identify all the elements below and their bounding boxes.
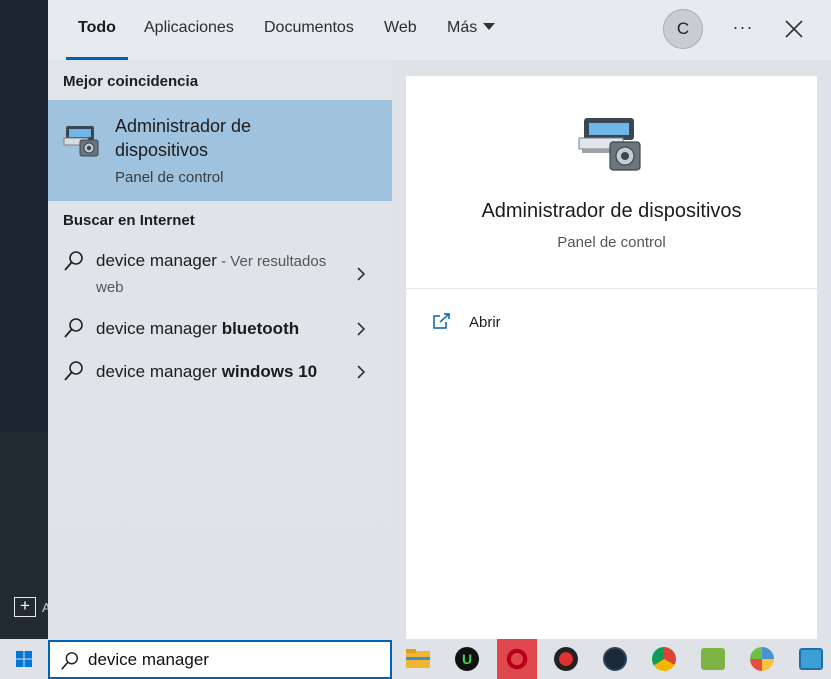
web-result-query: device manager [96,362,222,381]
detail-divider [406,288,817,289]
more-options-button[interactable]: ··· [730,14,756,44]
web-result-query: device manager [96,319,222,338]
taskbar-app-paint[interactable] [742,639,782,679]
search-input[interactable] [88,649,378,671]
security-shield-icon [554,647,578,671]
tab-label: Aplicaciones [144,19,234,36]
taskbar-app-file-explorer[interactable] [398,639,438,679]
close-button[interactable] [782,14,806,44]
device-manager-icon [578,118,641,171]
taskbar-search-box[interactable] [48,640,392,679]
web-result-bold-term: bluetooth [221,319,300,338]
paint-icon [750,647,774,671]
detail-title: Administrador de dispositivos [481,200,742,222]
tab-label: Más [447,19,478,36]
best-match-heading: Mejor coincidencia [63,73,199,90]
web-result-query: device manager [96,251,217,270]
web-result-item[interactable]: device manager bluetooth [48,314,392,344]
taskbar-app-control-panel[interactable] [791,639,831,679]
web-result-text: device manager bluetooth [96,316,346,341]
web-result-text: device manager - Ver resultados web [96,248,346,300]
results-panel: Mejor coincidencia Administrador de disp… [48,60,392,639]
steam-icon [603,647,627,671]
chevron-right-icon [357,322,366,336]
control-panel-icon [799,648,823,670]
tab-label: Documentos [264,19,354,36]
opera-icon [505,647,529,671]
open-external-icon [433,313,450,329]
close-icon [785,20,803,38]
file-explorer-icon [406,649,430,668]
tab-documentos[interactable]: Documentos [264,19,354,37]
search-icon [61,652,78,670]
taskbar-app-upwork[interactable]: U [447,639,487,679]
chevron-down-icon [483,23,496,30]
search-tab-bar: Todo Aplicaciones Documentos Web Más C ·… [48,0,831,60]
chevron-right-icon [357,267,366,281]
detail-subtitle: Panel de control [557,234,666,251]
tab-mas[interactable]: Más [447,19,496,37]
web-result-bold-term: windows 10 [221,362,318,381]
open-action[interactable]: Abrir [432,310,632,338]
upwork-icon: U [455,647,479,671]
search-window: Todo Aplicaciones Documentos Web Más C ·… [48,0,831,639]
taskbar-app-opera[interactable] [497,639,537,679]
chevron-right-icon [357,365,366,379]
search-icon [64,318,83,338]
web-result-item[interactable]: device manager windows 10 [48,357,392,387]
tab-aplicaciones[interactable]: Aplicaciones [144,19,234,37]
add-icon[interactable]: + [14,597,36,617]
taskbar-app-chrome[interactable] [644,639,684,679]
chrome-icon [652,647,676,671]
android-app-icon [701,648,725,670]
open-label: Abrir [469,314,501,331]
taskbar: U [0,639,831,679]
best-match-result[interactable]: Administrador de dispositivos Panel de c… [48,100,392,201]
web-search-heading: Buscar en Internet [63,212,195,229]
account-avatar[interactable]: C [663,9,703,49]
detail-panel: Administrador de dispositivos Panel de c… [406,76,817,639]
taskbar-app-security[interactable] [546,639,586,679]
search-icon [64,251,83,271]
tab-web[interactable]: Web [384,19,417,37]
desktop-background: + A [0,0,51,639]
taskbar-app-android[interactable] [693,639,733,679]
device-manager-icon [63,126,99,157]
taskbar-app-steam[interactable] [595,639,635,679]
desktop-window-edge [0,0,48,432]
tab-label: Web [384,19,417,36]
start-button[interactable] [0,639,48,679]
tab-label: Todo [78,19,116,36]
web-result-item[interactable]: device manager - Ver resultados web [48,246,392,302]
search-icon [64,361,83,381]
tab-todo[interactable]: Todo [78,19,116,37]
web-result-text: device manager windows 10 [96,359,346,384]
best-match-title: Administrador de dispositivos [115,116,252,160]
windows-logo-icon [16,651,32,667]
best-match-subtitle: Panel de control [115,169,224,186]
